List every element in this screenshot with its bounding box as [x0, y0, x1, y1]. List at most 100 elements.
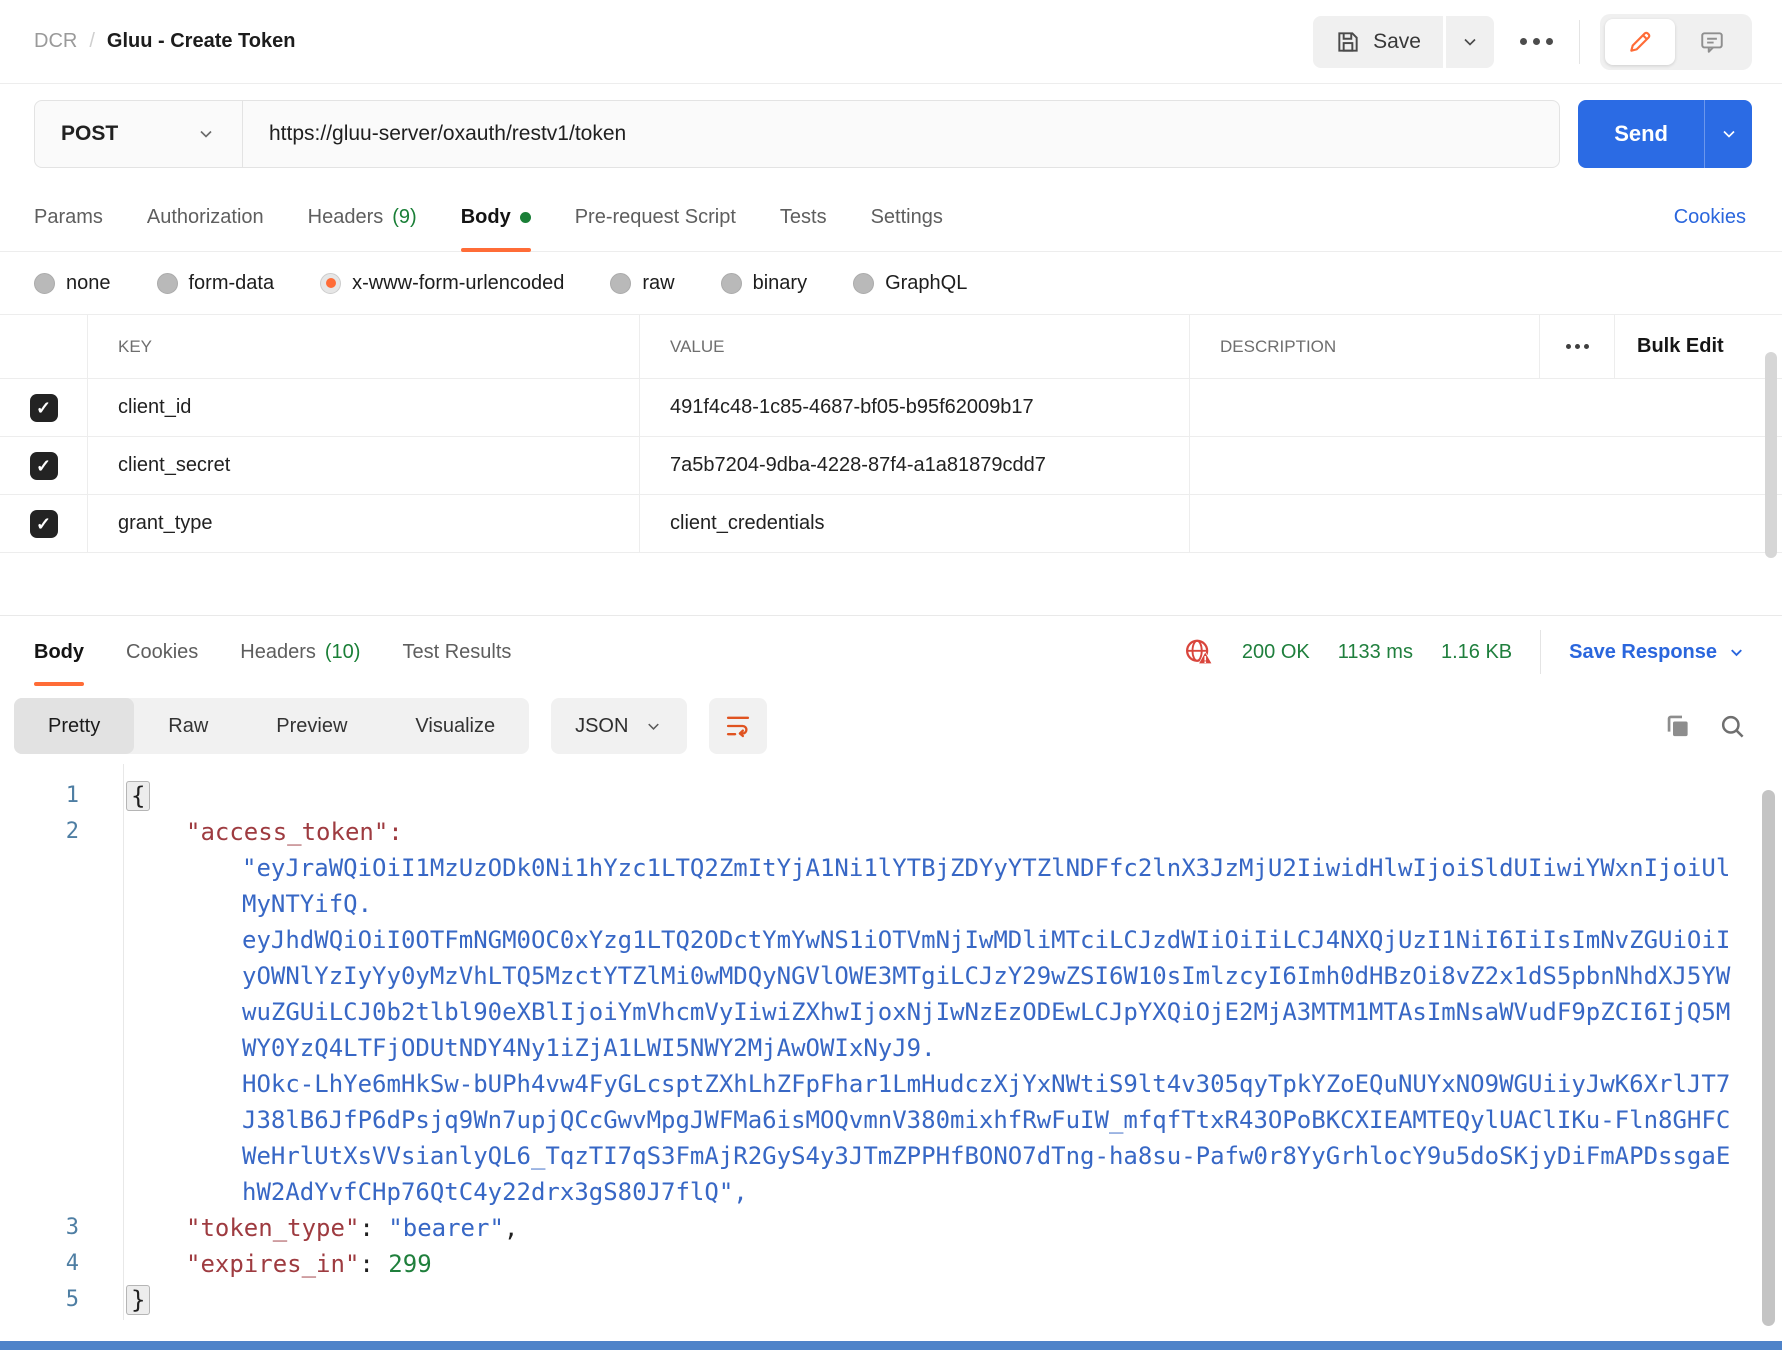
request-header-bar: DCR / Gluu - Create Token Save: [0, 0, 1782, 84]
language-selector[interactable]: JSON: [551, 698, 687, 754]
select-all-cell: [0, 315, 88, 378]
token-str: WeHrlUtXsVVsianlyQL6_TqzTI7qS3FmAjR2GyS4…: [242, 1142, 1730, 1170]
save-button-group: Save: [1313, 16, 1494, 68]
code-line: MyNTYifQ.: [0, 886, 1782, 922]
radio-label: raw: [642, 272, 674, 295]
radio-label: GraphQL: [885, 272, 967, 295]
param-key-cell[interactable]: grant_type: [88, 495, 640, 552]
body-type-binary[interactable]: binary: [721, 272, 807, 295]
save-response-button[interactable]: Save Response: [1569, 641, 1746, 664]
chevron-down-icon: [644, 717, 663, 736]
send-button[interactable]: Send: [1578, 100, 1704, 168]
breadcrumb-collection[interactable]: DCR: [34, 30, 77, 53]
tab-params[interactable]: Params: [34, 184, 103, 251]
tab-headers[interactable]: Headers(9): [308, 184, 417, 251]
wrap-lines-button[interactable]: [709, 698, 767, 754]
param-value-cell[interactable]: 491f4c48-1c85-4687-bf05-b95f62009b17: [640, 379, 1190, 436]
token-key: "token_type": [186, 1214, 359, 1242]
view-mode-pretty[interactable]: Pretty: [14, 698, 134, 754]
table-row: client_secret7a5b7204-9dba-4228-87f4-a1a…: [0, 437, 1782, 495]
body-type-graphql[interactable]: GraphQL: [853, 272, 967, 295]
urlencoded-params-table: KEY VALUE DESCRIPTION Bulk Edit client_i…: [0, 314, 1782, 553]
edit-comment-toggle: [1600, 14, 1752, 70]
url-input[interactable]: https://gluu-server/oxauth/restv1/token: [243, 101, 1559, 167]
token-str: WY0YzQ4LTFjODUtNDY4Ny1iZjA1LWI5NWY2MjAwO…: [242, 1034, 936, 1062]
body-type-none[interactable]: none: [34, 272, 111, 295]
cookies-link[interactable]: Cookies: [1674, 206, 1746, 229]
request-url-row: POST https://gluu-server/oxauth/restv1/t…: [0, 84, 1782, 184]
param-value-cell[interactable]: 7a5b7204-9dba-4228-87f4-a1a81879cdd7: [640, 437, 1190, 494]
view-mode-visualize[interactable]: Visualize: [381, 698, 529, 754]
save-button[interactable]: Save: [1313, 16, 1443, 68]
row-checkbox-cell: [0, 437, 88, 494]
comments-button[interactable]: [1677, 19, 1747, 65]
token-pln: :: [359, 1250, 388, 1278]
tab-body[interactable]: Body: [461, 184, 531, 251]
checkbox-checked-icon[interactable]: [30, 452, 58, 480]
method-selector[interactable]: POST: [35, 101, 243, 167]
view-mode-raw[interactable]: Raw: [134, 698, 242, 754]
response-section-header: Body Cookies Headers(10) Test Results 200 O…: [0, 615, 1782, 688]
tab-label: Body: [461, 206, 511, 229]
radio-icon: [853, 273, 874, 294]
body-type-form-data[interactable]: form-data: [157, 272, 275, 295]
response-tab-test-results[interactable]: Test Results: [402, 616, 511, 688]
response-time[interactable]: 1133 ms: [1338, 641, 1413, 664]
response-scrollbar[interactable]: [1762, 790, 1775, 1326]
method-label: POST: [61, 122, 118, 146]
table-row: grant_typeclient_credentials: [0, 495, 1782, 553]
code-content: hW2AdYvfCHp76QtC4y22drx3gS80J7flQ",: [126, 1174, 748, 1210]
table-more-options-button[interactable]: [1540, 315, 1615, 378]
send-dropdown-button[interactable]: [1704, 100, 1752, 168]
save-dropdown-button[interactable]: [1446, 16, 1494, 68]
code-line: eyJhdWQiOiI0OTFmNGM0OC0xYzg1LTQ2ODctYmYw…: [0, 922, 1782, 958]
params-table-scrollbar[interactable]: [1765, 352, 1777, 558]
response-tab-body[interactable]: Body: [34, 616, 84, 688]
line-number: [0, 886, 79, 922]
status-badge[interactable]: 200 OK: [1242, 641, 1310, 664]
comment-icon: [1699, 29, 1725, 55]
tab-tests[interactable]: Tests: [780, 184, 827, 251]
column-header-value: VALUE: [640, 315, 1190, 378]
network-warning-icon[interactable]: [1184, 637, 1214, 667]
url-bar: POST https://gluu-server/oxauth/restv1/t…: [34, 100, 1560, 168]
param-description-cell[interactable]: [1190, 495, 1782, 552]
tab-settings[interactable]: Settings: [871, 184, 943, 251]
save-button-label: Save: [1373, 30, 1421, 54]
response-tab-cookies[interactable]: Cookies: [126, 616, 198, 688]
response-tab-headers[interactable]: Headers(10): [240, 616, 360, 688]
response-meta: 200 OK 1133 ms 1.16 KB Save Response: [1184, 630, 1746, 674]
bulk-edit-button[interactable]: Bulk Edit: [1615, 315, 1782, 378]
copy-icon[interactable]: [1664, 713, 1691, 740]
body-type-raw[interactable]: raw: [610, 272, 674, 295]
search-icon[interactable]: [1719, 713, 1746, 740]
table-bottom-spacer: [0, 553, 1782, 615]
param-key-cell[interactable]: client_id: [88, 379, 640, 436]
line-number: [0, 1102, 79, 1138]
tab-pre-request-script[interactable]: Pre-request Script: [575, 184, 736, 251]
view-mode-group: PrettyRawPreviewVisualize: [14, 698, 529, 754]
code-content: }: [126, 1282, 150, 1318]
code-content: MyNTYifQ.: [126, 886, 372, 922]
param-description-cell[interactable]: [1190, 437, 1782, 494]
row-checkbox-cell: [0, 495, 88, 552]
param-key-cell[interactable]: client_secret: [88, 437, 640, 494]
tab-label: Authorization: [147, 206, 264, 229]
view-mode-preview[interactable]: Preview: [242, 698, 381, 754]
token-str: eyJhdWQiOiI0OTFmNGM0OC0xYzg1LTQ2ODctYmYw…: [242, 926, 1730, 954]
checkbox-checked-icon[interactable]: [30, 394, 58, 422]
code-line: yOWNlYzIyYy0yMzVhLTQ5MzctYTZlMi0wMDQyNGV…: [0, 958, 1782, 994]
more-actions-button[interactable]: [1514, 38, 1559, 45]
body-type-x-www-form-urlencoded[interactable]: x-www-form-urlencoded: [320, 272, 564, 295]
code-line: 4"expires_in": 299: [0, 1246, 1782, 1282]
response-body-editor[interactable]: 1{2"access_token":"eyJraWQiOiI1MzUzODk0N…: [0, 764, 1782, 1328]
param-value-cell[interactable]: client_credentials: [640, 495, 1190, 552]
response-size[interactable]: 1.16 KB: [1441, 641, 1512, 664]
edit-mode-button[interactable]: [1605, 19, 1675, 65]
tab-authorization[interactable]: Authorization: [147, 184, 264, 251]
radio-label: none: [66, 272, 111, 295]
bottom-accent-bar: [0, 1341, 1782, 1350]
token-key: "expires_in": [186, 1250, 359, 1278]
checkbox-checked-icon[interactable]: [30, 510, 58, 538]
param-description-cell[interactable]: [1190, 379, 1782, 436]
